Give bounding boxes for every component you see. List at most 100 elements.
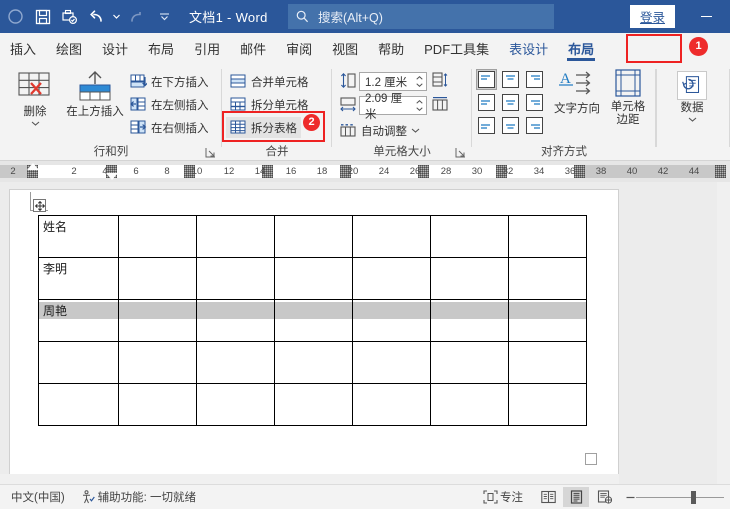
distribute-rows-icon[interactable] — [432, 72, 448, 88]
zoom-track[interactable] — [636, 490, 724, 504]
table-cell[interactable] — [196, 341, 275, 384]
table-row-selected[interactable]: 周艳 — [38, 299, 587, 342]
table-cell[interactable] — [196, 215, 275, 258]
table-cell[interactable] — [508, 257, 587, 300]
align-bottom-center-button[interactable] — [502, 117, 519, 134]
table-cell[interactable] — [118, 341, 197, 384]
table-cell[interactable] — [274, 341, 353, 384]
insert-below-button[interactable]: 在下方插入 — [130, 71, 209, 92]
rows-columns-dialog-launcher[interactable] — [205, 147, 216, 158]
print-preview-icon[interactable] — [56, 4, 83, 30]
vertical-scrollbar[interactable] — [717, 182, 730, 484]
row-height-stepper[interactable] — [413, 73, 426, 90]
table-cell[interactable] — [38, 341, 119, 384]
zoom-out-button[interactable] — [625, 492, 636, 503]
table-cell[interactable] — [352, 299, 431, 342]
merge-cells-button[interactable]: 合并单元格 — [230, 71, 309, 92]
document-page[interactable]: 姓名 李明 周艳 — [10, 190, 618, 484]
ruler-tabstop[interactable] — [715, 165, 726, 178]
tab-layout[interactable]: 布局 — [138, 34, 184, 63]
table-cell[interactable] — [352, 341, 431, 384]
insert-left-button[interactable]: 在左侧插入 — [130, 94, 209, 115]
chevron-down-icon[interactable] — [688, 117, 697, 122]
web-layout-button[interactable] — [591, 487, 617, 507]
table-row[interactable] — [38, 383, 587, 426]
table-cell[interactable] — [508, 383, 587, 426]
table-cell[interactable] — [508, 341, 587, 384]
horizontal-ruler[interactable]: 2 2 4 6 8 10 12 14 16 18 20 24 26 28 30 … — [0, 161, 730, 182]
table-cell[interactable] — [352, 257, 431, 300]
accessibility-status[interactable]: 辅助功能: 一切就绪 — [81, 489, 196, 505]
cell-margins-button[interactable]: 单元格边距 — [606, 69, 650, 127]
read-mode-button[interactable] — [535, 487, 561, 507]
align-bottom-left-button[interactable] — [478, 117, 495, 134]
align-bottom-right-button[interactable] — [526, 117, 543, 134]
sign-in-button[interactable]: 登录 — [629, 5, 675, 28]
zoom-slider[interactable] — [625, 490, 724, 504]
hanging-indent-marker[interactable] — [106, 173, 118, 180]
text-direction-button[interactable]: A 文字方向 — [550, 69, 604, 116]
split-cells-button[interactable]: 拆分单元格 — [230, 94, 309, 115]
tab-pdf-tools[interactable]: PDF工具集 — [414, 34, 499, 63]
undo-dropdown-icon[interactable] — [110, 4, 123, 30]
table-cell[interactable]: 李明 — [38, 257, 119, 300]
table-cell[interactable] — [274, 383, 353, 426]
table-cell[interactable] — [118, 215, 197, 258]
table-cell[interactable] — [430, 341, 509, 384]
table-cell[interactable] — [38, 383, 119, 426]
document-area[interactable]: 姓名 李明 周艳 — [0, 182, 730, 484]
insert-above-button[interactable]: 在上方插入 — [60, 71, 130, 119]
delete-button[interactable]: 删除 — [8, 71, 62, 126]
table-cell[interactable] — [352, 383, 431, 426]
ruler-tabstop[interactable] — [574, 165, 585, 178]
insert-right-button[interactable]: 在右侧插入 — [130, 117, 209, 138]
align-middle-right-button[interactable] — [526, 94, 543, 111]
column-width-stepper[interactable] — [413, 97, 426, 114]
column-width-input[interactable]: 2.09 厘米 — [359, 93, 427, 121]
tab-mailings[interactable]: 邮件 — [230, 34, 276, 63]
autosave-icon[interactable] — [2, 4, 29, 30]
align-middle-left-button[interactable] — [478, 94, 495, 111]
tab-design[interactable]: 设计 — [92, 34, 138, 63]
distribute-columns-icon[interactable] — [432, 96, 448, 112]
table-cell[interactable] — [196, 257, 275, 300]
tab-insert[interactable]: 插入 — [0, 34, 46, 63]
focus-mode-button[interactable]: 专注 — [483, 489, 523, 505]
first-line-indent-marker[interactable] — [27, 163, 39, 170]
table-cell[interactable] — [196, 299, 275, 342]
document-table[interactable]: 姓名 李明 周艳 — [38, 215, 587, 426]
tab-review[interactable]: 审阅 — [276, 34, 322, 63]
save-icon[interactable] — [29, 4, 56, 30]
tab-references[interactable]: 引用 — [184, 34, 230, 63]
table-row[interactable]: 姓名 — [38, 215, 587, 258]
table-cell[interactable] — [508, 215, 587, 258]
table-cell[interactable] — [274, 257, 353, 300]
align-top-center-button[interactable] — [502, 71, 519, 88]
split-table-button[interactable]: 拆分表格 — [226, 117, 301, 138]
tab-help[interactable]: 帮助 — [368, 34, 414, 63]
chevron-down-icon[interactable] — [411, 128, 420, 133]
row-height-input[interactable]: 1.2 厘米 — [359, 72, 427, 91]
table-cell[interactable]: 周艳 — [38, 299, 119, 342]
tab-draw[interactable]: 绘图 — [46, 34, 92, 63]
search-input[interactable]: 搜索(Alt+Q) — [288, 4, 554, 29]
cell-size-dialog-launcher[interactable] — [455, 147, 466, 158]
table-cell[interactable] — [274, 299, 353, 342]
zoom-thumb[interactable] — [691, 490, 696, 504]
print-layout-button[interactable] — [563, 487, 589, 507]
table-cell[interactable]: 姓名 — [38, 215, 119, 258]
chevron-down-icon[interactable] — [31, 121, 40, 126]
table-row[interactable]: 李明 — [38, 257, 587, 300]
language-status[interactable]: 中文(中国) — [11, 489, 65, 505]
autofit-button[interactable]: 自动调整 — [340, 120, 420, 141]
table-cell[interactable] — [508, 299, 587, 342]
table-cell[interactable] — [196, 383, 275, 426]
table-cell[interactable] — [118, 299, 197, 342]
table-row[interactable] — [38, 341, 587, 384]
table-cell[interactable] — [352, 215, 431, 258]
table-cell[interactable] — [274, 215, 353, 258]
table-cell[interactable] — [430, 215, 509, 258]
table-cell[interactable] — [430, 383, 509, 426]
align-middle-center-button[interactable] — [502, 94, 519, 111]
table-cell[interactable] — [430, 257, 509, 300]
